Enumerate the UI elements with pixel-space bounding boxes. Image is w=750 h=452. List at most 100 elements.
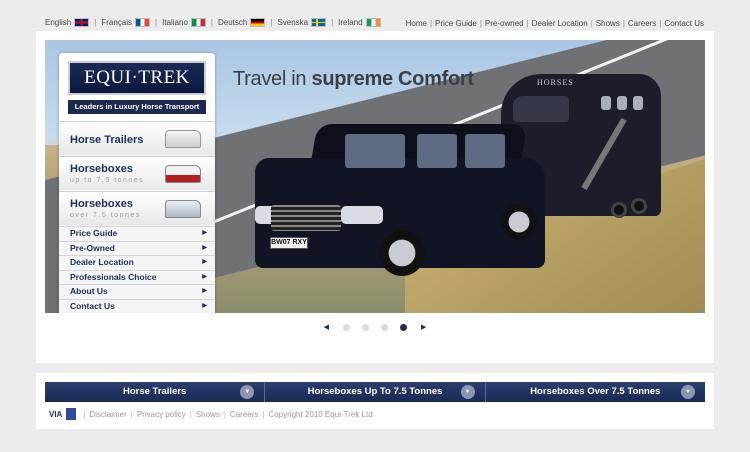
menu-item-label: Horseboxes bbox=[70, 163, 133, 175]
lang-ireland[interactable]: | Ireland bbox=[331, 18, 381, 27]
separator: | bbox=[155, 18, 158, 27]
separator: | bbox=[130, 409, 133, 419]
arrow-right-icon[interactable]: ▶ bbox=[421, 323, 426, 331]
menu-item-label: Horseboxes bbox=[70, 198, 133, 210]
car-window bbox=[417, 134, 457, 168]
bottom-nav: Horse Trailers ▼ Horseboxes Up To 7.5 Ton… bbox=[45, 382, 705, 402]
bottom-nav-horseboxes-up-to[interactable]: Horseboxes Up To 7.5 Tonnes ▼ bbox=[265, 382, 486, 402]
bottom-nav-horse-trailers[interactable]: Horse Trailers ▼ bbox=[45, 382, 266, 402]
menu-link-label: Pre-Owned bbox=[70, 242, 115, 253]
horse-trailer-icon bbox=[165, 130, 201, 148]
lang-english[interactable]: English bbox=[45, 18, 90, 27]
chevron-down-icon[interactable]: ▼ bbox=[240, 385, 255, 399]
menu-link-label: Price Guide bbox=[70, 228, 118, 238]
arrow-right-icon: ▶ bbox=[202, 302, 207, 309]
number-plate: BW07 RXY bbox=[270, 237, 308, 249]
trailer-window bbox=[513, 96, 569, 122]
it-flag-icon bbox=[190, 18, 206, 27]
nav-careers[interactable]: Careers bbox=[628, 19, 656, 28]
lang-label: Ireland bbox=[338, 18, 363, 27]
car-windscreen bbox=[345, 134, 405, 168]
side-menu: EQUI·TREK Leaders in Luxury Horse Transp… bbox=[59, 53, 215, 313]
separator: | bbox=[189, 409, 192, 419]
equi-trek-logo[interactable]: EQUI·TREK bbox=[68, 61, 206, 95]
separator: | bbox=[622, 19, 625, 28]
menu-about-us[interactable]: About Us ▶ bbox=[59, 284, 215, 299]
hero-title: Travel in supreme Comfort bbox=[233, 68, 474, 91]
footer-privacy-policy[interactable]: Privacy policy bbox=[137, 410, 186, 419]
bottom-nav-label: Horseboxes Up To 7.5 Tonnes bbox=[307, 386, 443, 397]
lang-swedish[interactable]: | Svenska bbox=[270, 18, 327, 27]
hero-banner[interactable]: Travel in supreme Comfort HORSES BW07 RX… bbox=[45, 40, 705, 313]
car-wheel bbox=[501, 204, 537, 240]
separator: | bbox=[590, 19, 593, 28]
menu-item-sublabel: up to 7.5 tonnes bbox=[70, 177, 145, 184]
slider-dot[interactable] bbox=[381, 323, 388, 331]
bottom-nav-horseboxes-over[interactable]: Horseboxes Over 7.5 Tonnes ▼ bbox=[486, 382, 705, 402]
menu-professionals-choice[interactable]: Professionals Choice ▶ bbox=[59, 269, 215, 284]
chevron-down-icon[interactable]: ▼ bbox=[460, 385, 475, 399]
menu-link-label: Dealer Location bbox=[70, 257, 134, 267]
hero-title-bold: supreme Comfort bbox=[311, 68, 475, 90]
menu-link-label: Professionals Choice bbox=[70, 271, 157, 282]
menu-dealer-location[interactable]: Dealer Location ▶ bbox=[59, 255, 215, 270]
footer: VIA | Disclaimer | Privacy policy | Show… bbox=[49, 407, 373, 421]
nav-shows[interactable]: Shows bbox=[596, 19, 620, 28]
arrow-left-icon[interactable]: ◀ bbox=[324, 323, 329, 331]
footer-careers[interactable]: Careers bbox=[230, 410, 258, 419]
lang-german[interactable]: | Deutsch bbox=[210, 18, 266, 27]
slider-dot[interactable] bbox=[343, 323, 350, 331]
car-grille bbox=[271, 205, 341, 231]
copyright-text: Copyright 2010 Equi-Trek Ltd bbox=[268, 409, 373, 419]
chevron-down-icon[interactable]: ▼ bbox=[680, 385, 695, 399]
lang-label: Deutsch bbox=[217, 18, 248, 27]
horsebox-small-icon bbox=[165, 165, 201, 183]
bottom-panel: Horse Trailers ▼ Horseboxes Up To 7.5 Ton… bbox=[36, 373, 714, 429]
menu-horseboxes-over-7-5[interactable]: Horseboxes over 7.5 tonnes bbox=[59, 191, 215, 225]
separator: | bbox=[210, 18, 213, 27]
menu-horseboxes-up-to-7-5[interactable]: Horseboxes up to 7.5 tonnes bbox=[59, 156, 215, 190]
top-nav: Home | Price Guide | Pre-owned | Dealer Loc… bbox=[406, 19, 704, 28]
nav-home[interactable]: Home bbox=[406, 19, 427, 28]
menu-contact-us[interactable]: Contact Us ▶ bbox=[59, 298, 215, 313]
lang-label: English bbox=[45, 18, 72, 27]
menu-pre-owned[interactable]: Pre-Owned ▶ bbox=[59, 240, 215, 255]
logo-area: EQUI·TREK Leaders in Luxury Horse Transp… bbox=[59, 53, 215, 121]
footer-shows[interactable]: Shows bbox=[196, 410, 220, 419]
lang-french[interactable]: | Français bbox=[94, 18, 151, 27]
accreditation-badge-icon bbox=[66, 408, 77, 420]
separator: | bbox=[94, 18, 97, 27]
lang-label: Français bbox=[101, 18, 133, 27]
menu-horse-trailers[interactable]: Horse Trailers bbox=[59, 121, 215, 155]
nav-price-guide[interactable]: Price Guide bbox=[435, 19, 477, 28]
nav-contact-us[interactable]: Contact Us bbox=[664, 19, 704, 28]
menu-price-guide[interactable]: Price Guide ▶ bbox=[59, 226, 215, 241]
separator: | bbox=[526, 19, 529, 28]
logo-text: EQUI·TREK bbox=[84, 67, 190, 88]
nav-pre-owned[interactable]: Pre-owned bbox=[485, 19, 524, 28]
arrow-right-icon: ▶ bbox=[202, 230, 207, 236]
via-logo: VIA bbox=[49, 409, 63, 419]
bottom-nav-label: Horse Trailers bbox=[122, 386, 187, 397]
lang-italian[interactable]: | Italiano bbox=[155, 18, 206, 27]
trailer-wheel bbox=[631, 198, 647, 214]
trailer-window bbox=[601, 96, 611, 110]
car-wheel bbox=[379, 230, 425, 276]
slider-dot[interactable] bbox=[362, 323, 369, 331]
footer-disclaimer[interactable]: Disclaimer bbox=[89, 410, 126, 419]
separator: | bbox=[659, 19, 662, 28]
trailer-window bbox=[617, 96, 627, 110]
arrow-right-icon: ▶ bbox=[202, 259, 207, 265]
tagline: Leaders in Luxury Horse Transport bbox=[68, 100, 206, 114]
menu-item-sublabel: over 7.5 tonnes bbox=[70, 212, 141, 219]
de-flag-icon bbox=[250, 18, 266, 27]
lang-label: Svenska bbox=[277, 18, 309, 27]
separator: | bbox=[270, 18, 273, 27]
slider-dot-active[interactable] bbox=[400, 323, 407, 331]
fr-flag-icon bbox=[135, 18, 151, 27]
slider-nav: ◀ ▶ bbox=[36, 323, 714, 331]
trailer-lettering: HORSES bbox=[537, 78, 574, 87]
separator: | bbox=[83, 409, 86, 419]
trailer-wheel bbox=[611, 202, 627, 218]
nav-dealer-location[interactable]: Dealer Location bbox=[532, 19, 588, 28]
